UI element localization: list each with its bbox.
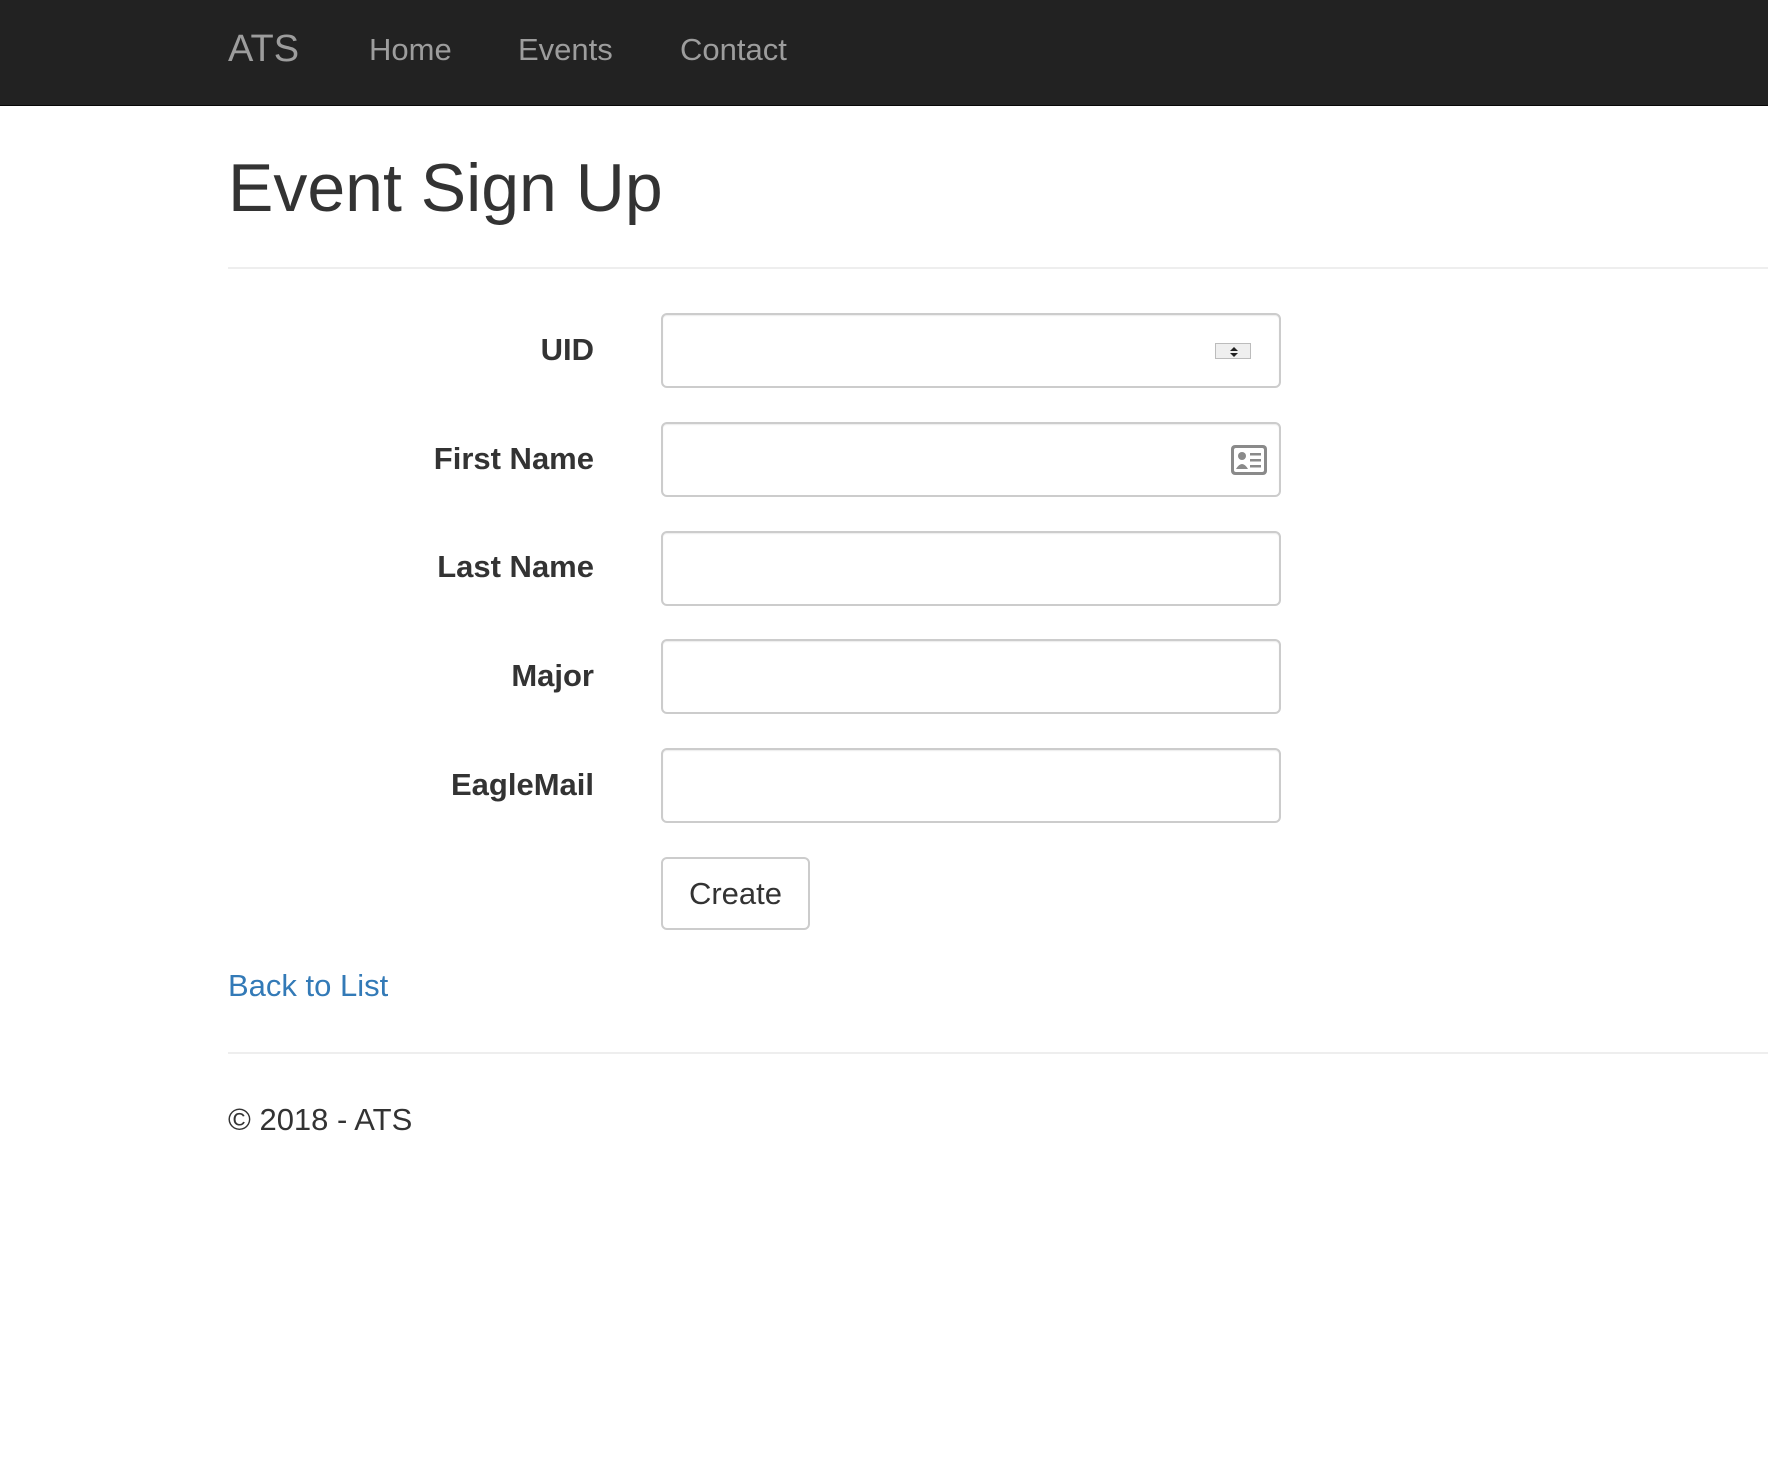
footer-copyright: © 2018 - ATS [228, 1102, 413, 1137]
uid-label: UID [540, 332, 594, 367]
create-button[interactable]: Create [661, 857, 810, 930]
nav-link-events[interactable]: Events [518, 30, 613, 70]
last-name-label: Last Name [437, 549, 594, 584]
title-divider [228, 267, 1768, 269]
number-spinner-icon[interactable] [1215, 343, 1251, 359]
eaglemail-input[interactable] [661, 748, 1281, 823]
page-title: Event Sign Up [228, 150, 663, 226]
nav-link-home[interactable]: Home [369, 30, 452, 70]
brand-link[interactable]: ATS [228, 26, 299, 72]
first-name-label: First Name [433, 441, 594, 476]
nav-link-contact[interactable]: Contact [680, 30, 787, 70]
eaglemail-label: EagleMail [451, 767, 594, 802]
contact-card-icon[interactable] [1231, 445, 1267, 475]
last-name-input[interactable] [661, 531, 1281, 606]
footer-divider [228, 1052, 1768, 1054]
major-label: Major [511, 658, 594, 693]
back-to-list-link[interactable]: Back to List [228, 966, 388, 1006]
uid-input[interactable] [661, 313, 1281, 388]
navbar: ATS Home Events Contact [0, 0, 1768, 106]
first-name-input[interactable] [661, 422, 1281, 497]
major-input[interactable] [661, 639, 1281, 714]
